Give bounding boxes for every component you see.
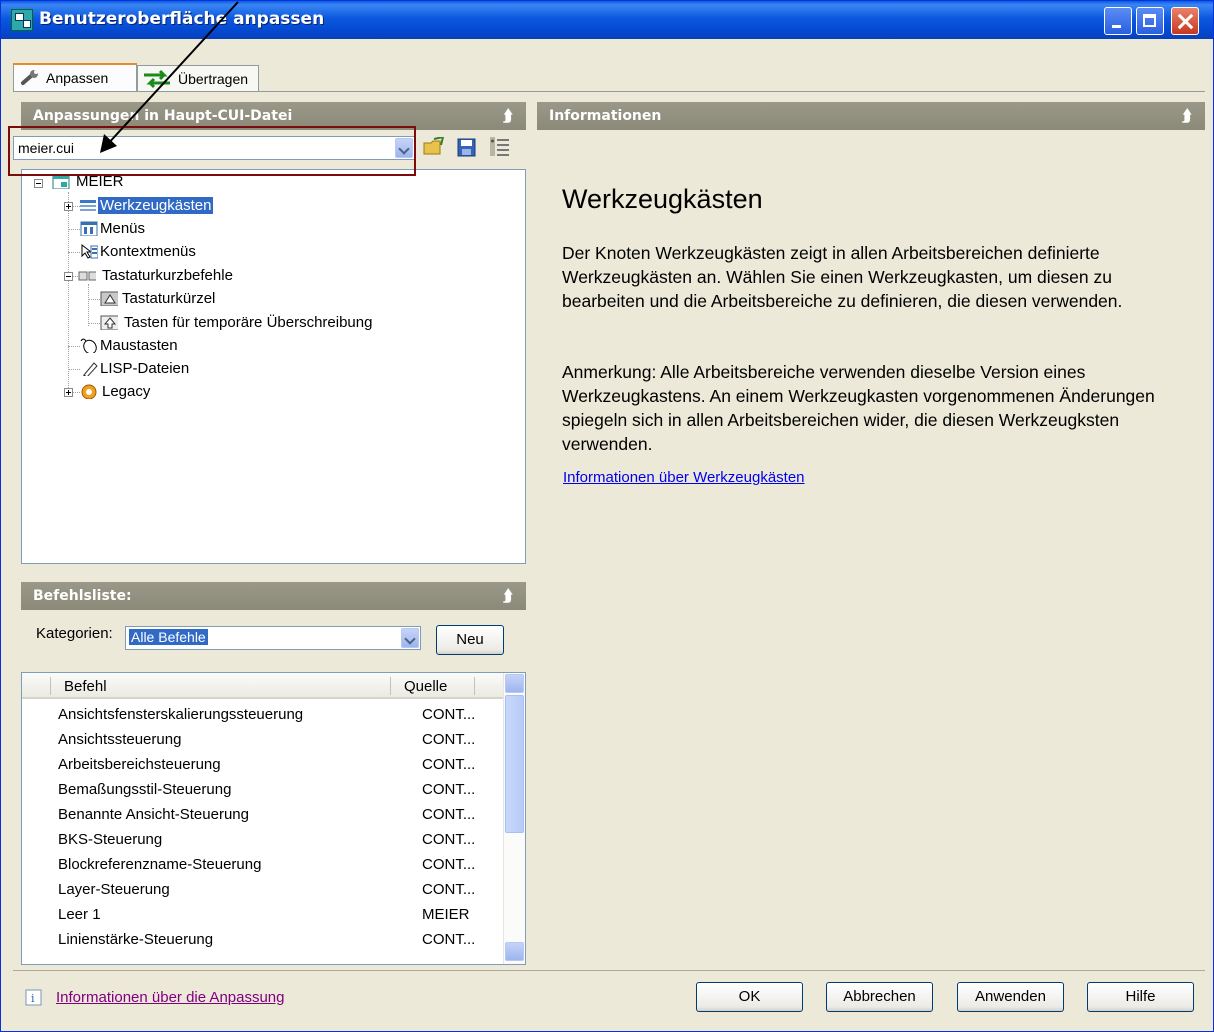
override-key-icon xyxy=(100,315,118,330)
command-list-scrollbar[interactable] xyxy=(503,673,525,964)
expand-toggle-icon[interactable] xyxy=(64,202,73,211)
info-panel-header[interactable]: Informationen ⮭ xyxy=(537,102,1205,130)
new-command-button[interactable]: Neu xyxy=(436,625,504,655)
collapse-chevron-icon[interactable]: ⮭ xyxy=(503,106,512,126)
tree-item-label: Kontextmenüs xyxy=(100,243,196,260)
scrollbar-thumb[interactable] xyxy=(505,695,524,833)
cancel-button[interactable]: Abbrechen xyxy=(826,982,933,1012)
tree-item-lisp-dateien[interactable]: LISP-Dateien xyxy=(22,359,242,379)
collapse-chevron-icon[interactable]: ⮭ xyxy=(1182,106,1191,126)
shortcut-key-icon xyxy=(100,291,118,306)
svg-text:i: i xyxy=(31,992,35,1005)
info-panel-title: Informationen xyxy=(549,108,662,124)
list-view-icon[interactable] xyxy=(489,136,511,158)
keyboard-icon xyxy=(78,271,96,281)
info-icon: i xyxy=(25,989,42,1006)
apply-button[interactable]: Anwenden xyxy=(957,982,1064,1012)
command-list[interactable]: Befehl Quelle Ansichtsfensterskalierungs… xyxy=(21,672,526,965)
tree-item-label: LISP-Dateien xyxy=(100,360,190,377)
collapse-chevron-icon[interactable]: ⮭ xyxy=(503,586,512,606)
info-paragraph-2: Anmerkung: Alle Arbeitsbereiche verwende… xyxy=(562,362,1155,454)
mouse-icon xyxy=(80,338,97,353)
tree-item-werkzeugkaesten[interactable]: Werkzeugkästen xyxy=(22,196,282,216)
tree-item-label: Werkzeugkästen xyxy=(98,197,214,214)
command-list-header: Befehl Quelle xyxy=(22,673,503,699)
collapse-toggle-icon[interactable] xyxy=(64,272,73,281)
customization-tree[interactable]: MEIER Werkzeugkästen Menüs Kontextmenüs … xyxy=(21,169,526,564)
customization-info-link[interactable]: Informationen über die Anpassung xyxy=(56,989,285,1006)
close-button[interactable] xyxy=(1171,7,1199,35)
tree-item-kontextmenues[interactable]: Kontextmenüs xyxy=(22,242,242,262)
info-paragraph-1: Der Knoten Werkzeugkästen zeigt in allen… xyxy=(562,243,1123,311)
menu-icon xyxy=(80,221,98,236)
kategorien-label: Kategorien: xyxy=(36,625,113,642)
command-list-panel-header[interactable]: Befehlsliste: ⮭ xyxy=(21,582,526,610)
tree-item-label: Menüs xyxy=(100,220,146,237)
scroll-up-icon[interactable] xyxy=(505,674,524,693)
scroll-down-icon[interactable] xyxy=(505,942,524,961)
info-heading: Werkzeugkästen xyxy=(562,184,763,214)
maximize-button[interactable] xyxy=(1136,7,1164,35)
column-header-befehl[interactable]: Befehl xyxy=(64,678,107,695)
tree-item-label: Maustasten xyxy=(100,337,178,354)
minimize-button[interactable] xyxy=(1104,7,1132,35)
tree-item-temporary-override[interactable]: Tasten für temporäre Überschreibung xyxy=(22,313,422,333)
info-toolbars-link[interactable]: Informationen über Werkzeugkästen xyxy=(563,469,805,486)
tree-item-label: Legacy xyxy=(102,383,151,400)
open-folder-icon[interactable] xyxy=(423,137,445,157)
kategorien-combo[interactable]: Alle Befehle xyxy=(125,626,421,650)
ok-button[interactable]: OK xyxy=(696,982,803,1012)
toolbar-icon xyxy=(80,200,96,211)
footer-divider xyxy=(13,970,1205,971)
save-icon[interactable] xyxy=(457,138,477,158)
help-button[interactable]: Hilfe xyxy=(1087,982,1194,1012)
column-header-quelle[interactable]: Quelle xyxy=(404,678,447,695)
tree-item-menues[interactable]: Menüs xyxy=(22,219,222,239)
chevron-down-icon[interactable] xyxy=(401,628,419,648)
tree-item-label: Tasten für temporäre Überschreibung xyxy=(124,314,373,331)
tree-item-tastaturkuerzel[interactable]: Tastaturkürzel xyxy=(22,289,282,309)
lisp-file-icon xyxy=(83,362,98,376)
tree-item-label: Tastaturkürzel xyxy=(122,290,216,307)
kategorien-value: Alle Befehle xyxy=(129,629,208,645)
tree-item-legacy[interactable]: Legacy xyxy=(22,382,222,402)
expand-toggle-icon[interactable] xyxy=(64,388,73,397)
legacy-icon xyxy=(81,384,97,399)
context-menu-icon xyxy=(81,243,98,259)
annotation-arrow-icon xyxy=(100,1,239,153)
tree-item-maustasten[interactable]: Maustasten xyxy=(22,336,242,356)
collapse-toggle-icon[interactable] xyxy=(34,179,43,188)
tree-item-tastaturkurzbefehle[interactable]: Tastaturkurzbefehle xyxy=(22,266,282,286)
command-list-title: Befehlsliste: xyxy=(33,588,132,604)
tree-item-label: Tastaturkurzbefehle xyxy=(102,267,233,284)
